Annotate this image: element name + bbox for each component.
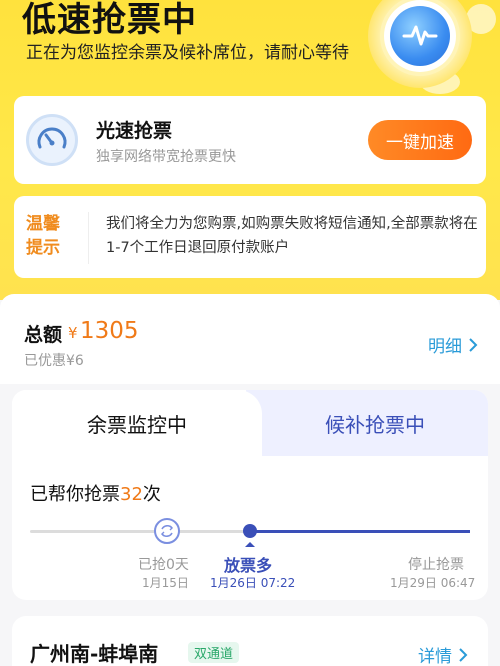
total-amount: 1305 — [80, 318, 139, 344]
tab-waitlist[interactable]: 候补抢票中 — [262, 390, 488, 456]
grab-count-prefix: 已帮你抢票 — [30, 484, 120, 505]
clock-icon — [154, 518, 180, 544]
speed-boost-subtitle: 独享网络带宽抢票更快 — [96, 149, 236, 165]
route-detail-label: 详情 — [418, 647, 452, 666]
tab-ticket-monitor[interactable]: 余票监控中 — [12, 390, 262, 456]
grab-count-text: 已帮你抢票32次 — [30, 480, 161, 506]
step-label-current: 放票多 — [224, 556, 273, 575]
speedometer-icon — [26, 114, 78, 166]
speed-boost-title: 光速抢票 — [96, 120, 173, 142]
total-section: 总额 ¥ 1305 已优惠¥6 明细 — [0, 294, 500, 384]
grab-count: 32 — [120, 484, 143, 505]
channel-badge: 双通道 — [188, 642, 240, 663]
page-subtitle: 正在为您监控余票及候补席位，请耐心等待 — [26, 43, 349, 63]
tip-tag-line1: 温馨 — [26, 214, 60, 234]
divider — [88, 212, 89, 264]
grab-count-suffix: 次 — [142, 484, 161, 505]
chevron-right-icon — [459, 647, 468, 662]
current-step-pointer — [245, 542, 255, 547]
step-date: 1月15日 — [142, 576, 189, 590]
step-label: 停止抢票 — [408, 557, 464, 573]
tip-text: 我们将全力为您购票,如购票失败将短信通知,全部票款将在1-7个工作日退回原付款账… — [106, 216, 478, 256]
price-detail-link[interactable]: 明细 — [428, 332, 478, 357]
step-label: 已抢0天 — [138, 557, 189, 573]
route-card: 广州南-蚌埠南 双通道 详情 — [12, 616, 488, 666]
chevron-right-icon — [469, 337, 478, 352]
tip-tag-line2: 提示 — [26, 238, 60, 258]
route-name: 广州南-蚌埠南 — [30, 642, 159, 666]
price-detail-label: 明细 — [428, 337, 462, 357]
currency-symbol: ¥ — [68, 324, 78, 342]
page-title: 低速抢票中 — [22, 0, 197, 40]
speed-boost-card: 光速抢票 独享网络带宽抢票更快 一键加速 — [14, 96, 486, 184]
boost-button[interactable]: 一键加速 — [368, 120, 472, 160]
progress-track-active — [250, 530, 470, 533]
step-date: 1月29日 06:47 — [390, 576, 476, 590]
route-detail-link[interactable]: 详情 — [418, 642, 468, 666]
tip-tag: 温馨 提示 — [26, 212, 74, 260]
tip-card: 温馨 提示 我们将全力为您购票,如购票失败将短信通知,全部票款将在1-7个工作日… — [14, 196, 486, 278]
radar-icon — [384, 0, 456, 72]
current-step-dot — [243, 524, 257, 538]
total-label: 总额 — [24, 324, 63, 346]
monitor-card: 余票监控中 候补抢票中 已帮你抢票32次 已抢0天 1月15日 放票多 1月26… — [12, 390, 488, 600]
step-date-current: 1月26日 07:22 — [210, 576, 296, 590]
discount-text: 已优惠¥6 — [24, 353, 84, 369]
